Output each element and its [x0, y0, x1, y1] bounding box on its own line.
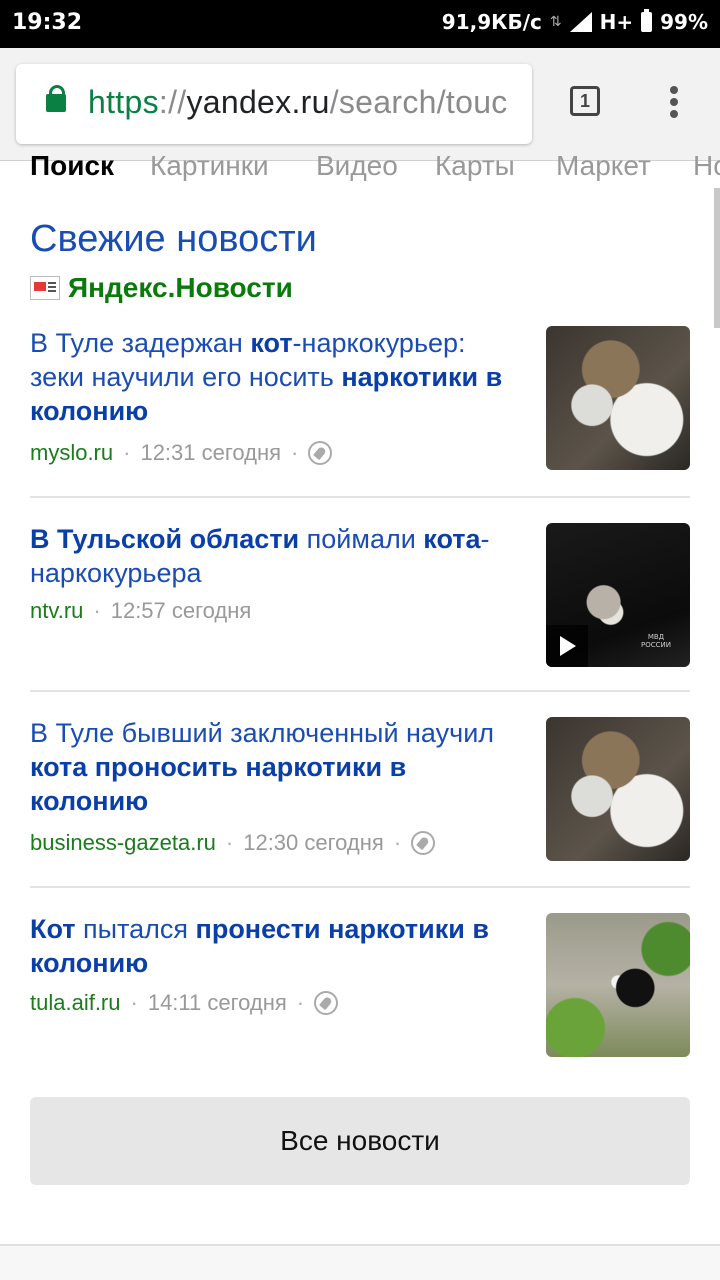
nav-tab-search[interactable]: Поиск — [30, 150, 114, 182]
page-bottom — [0, 1246, 720, 1280]
nav-tab-market[interactable]: Маркет — [556, 150, 651, 182]
news-thumbnail[interactable] — [546, 913, 690, 1057]
news-item-title[interactable]: В Туле задержан кот-наркокурьер: зеки на… — [30, 326, 525, 428]
newspaper-icon — [30, 276, 60, 300]
news-video-thumbnail[interactable]: МВД РОССИИ — [546, 523, 690, 667]
status-indicators: 91,9КБ/с ⇅ H+ 99% — [434, 9, 708, 34]
battery-percent: 99% — [660, 10, 708, 34]
divider — [30, 496, 690, 498]
title-highlight: кота — [423, 524, 481, 554]
news-item[interactable]: Кот пытался пронести наркотики в колонию… — [30, 912, 690, 1062]
overflow-menu-icon[interactable] — [660, 86, 688, 126]
news-item-site[interactable]: business-gazeta.ru — [30, 830, 216, 856]
nav-tab-images[interactable]: Картинки — [150, 150, 269, 182]
network-type: H+ — [599, 10, 634, 34]
address-bar[interactable]: https://yandex.ru/search/touc — [16, 64, 532, 144]
separator-dot: · — [93, 598, 101, 623]
url-separator: :// — [158, 84, 187, 120]
url-scheme: https — [88, 84, 159, 120]
news-item[interactable]: В Туле бывший заключенный научил кота пр… — [30, 716, 690, 866]
news-source[interactable]: Яндекс.Новости — [30, 272, 293, 304]
news-thumbnail[interactable] — [546, 326, 690, 470]
news-item-site[interactable]: tula.aif.ru — [30, 990, 121, 1016]
signal-icon — [569, 12, 592, 32]
url-text[interactable]: https://yandex.ru/search/touc — [88, 84, 508, 121]
turbo-rocket-icon — [308, 441, 333, 465]
divider — [30, 886, 690, 888]
news-item[interactable]: В Тульской области поймали кота-наркокур… — [30, 522, 690, 672]
news-item-meta: myslo.ru · 12:31 сегодня · — [30, 440, 333, 466]
browser-toolbar: https://yandex.ru/search/touc 1 — [0, 48, 720, 161]
title-highlight: кота проносить наркотики в колонию — [30, 752, 407, 816]
divider — [30, 690, 690, 692]
news-source-name[interactable]: Яндекс.Новости — [68, 272, 293, 304]
news-item-title[interactable]: В Туле бывший заключенный научил кота пр… — [30, 716, 525, 818]
separator-dot: · — [393, 830, 402, 855]
separator-dot: · — [123, 440, 131, 465]
news-item[interactable]: В Туле задержан кот-наркокурьер: зеки на… — [30, 326, 690, 476]
title-highlight: Кот — [30, 914, 76, 944]
data-transfer-icon: ⇅ — [549, 14, 562, 30]
nav-tab-maps[interactable]: Карты — [435, 150, 515, 182]
url-path: /search/touc — [329, 84, 508, 120]
thumbnail-caption: МВД РОССИИ — [641, 633, 671, 649]
all-news-button[interactable]: Все новости — [30, 1097, 690, 1185]
nav-tab-video[interactable]: Видео — [316, 150, 398, 182]
mvd-emblem-icon: МВД РОССИИ — [636, 633, 676, 653]
news-item-time: 12:57 сегодня — [110, 598, 252, 623]
play-icon[interactable] — [546, 625, 588, 667]
lock-icon — [46, 85, 66, 112]
title-text: В Туле бывший заключенный научил — [30, 718, 495, 748]
news-item-time: 14:11 сегодня — [147, 990, 287, 1015]
news-item-meta: business-gazeta.ru · 12:30 сегодня · — [30, 830, 436, 856]
separator-dot: · — [291, 440, 299, 465]
title-highlight: В Тульской области — [30, 524, 300, 554]
separator-dot: · — [130, 990, 138, 1015]
nav-tab-news[interactable]: Но — [693, 150, 720, 182]
turbo-rocket-icon — [314, 991, 339, 1015]
news-section-title[interactable]: Свежие новости — [30, 218, 317, 261]
news-item-site[interactable]: ntv.ru — [30, 598, 83, 624]
turbo-rocket-icon — [411, 831, 436, 855]
news-item-meta: tula.aif.ru · 14:11 сегодня · — [30, 990, 339, 1016]
status-time: 19:32 — [12, 10, 83, 35]
title-text: поймали — [299, 524, 424, 554]
news-item-title[interactable]: В Тульской области поймали кота-наркокур… — [30, 522, 525, 590]
battery-icon — [641, 9, 653, 32]
news-thumbnail[interactable] — [546, 717, 690, 861]
status-bar: 19:32 91,9КБ/с ⇅ H+ 99% — [0, 0, 720, 48]
separator-dot: · — [225, 830, 234, 855]
news-item-time: 12:31 сегодня — [140, 440, 282, 465]
news-item-time: 12:30 сегодня — [243, 830, 384, 855]
scrollbar[interactable] — [714, 188, 720, 328]
title-highlight: кот — [250, 328, 293, 358]
news-item-site[interactable]: myslo.ru — [30, 440, 113, 466]
news-item-meta: ntv.ru · 12:57 сегодня — [30, 598, 251, 624]
separator-dot: · — [296, 990, 305, 1015]
search-nav: Поиск Картинки Видео Карты Маркет Но — [0, 150, 720, 194]
title-text: В Туле задержан — [30, 328, 251, 358]
url-host: yandex.ru — [186, 84, 330, 120]
network-speed: 91,9КБ/с — [441, 10, 542, 34]
news-item-title[interactable]: Кот пытался пронести наркотики в колонию — [30, 912, 525, 980]
tab-switcher-button[interactable]: 1 — [570, 86, 600, 116]
title-text: пытался — [75, 914, 196, 944]
